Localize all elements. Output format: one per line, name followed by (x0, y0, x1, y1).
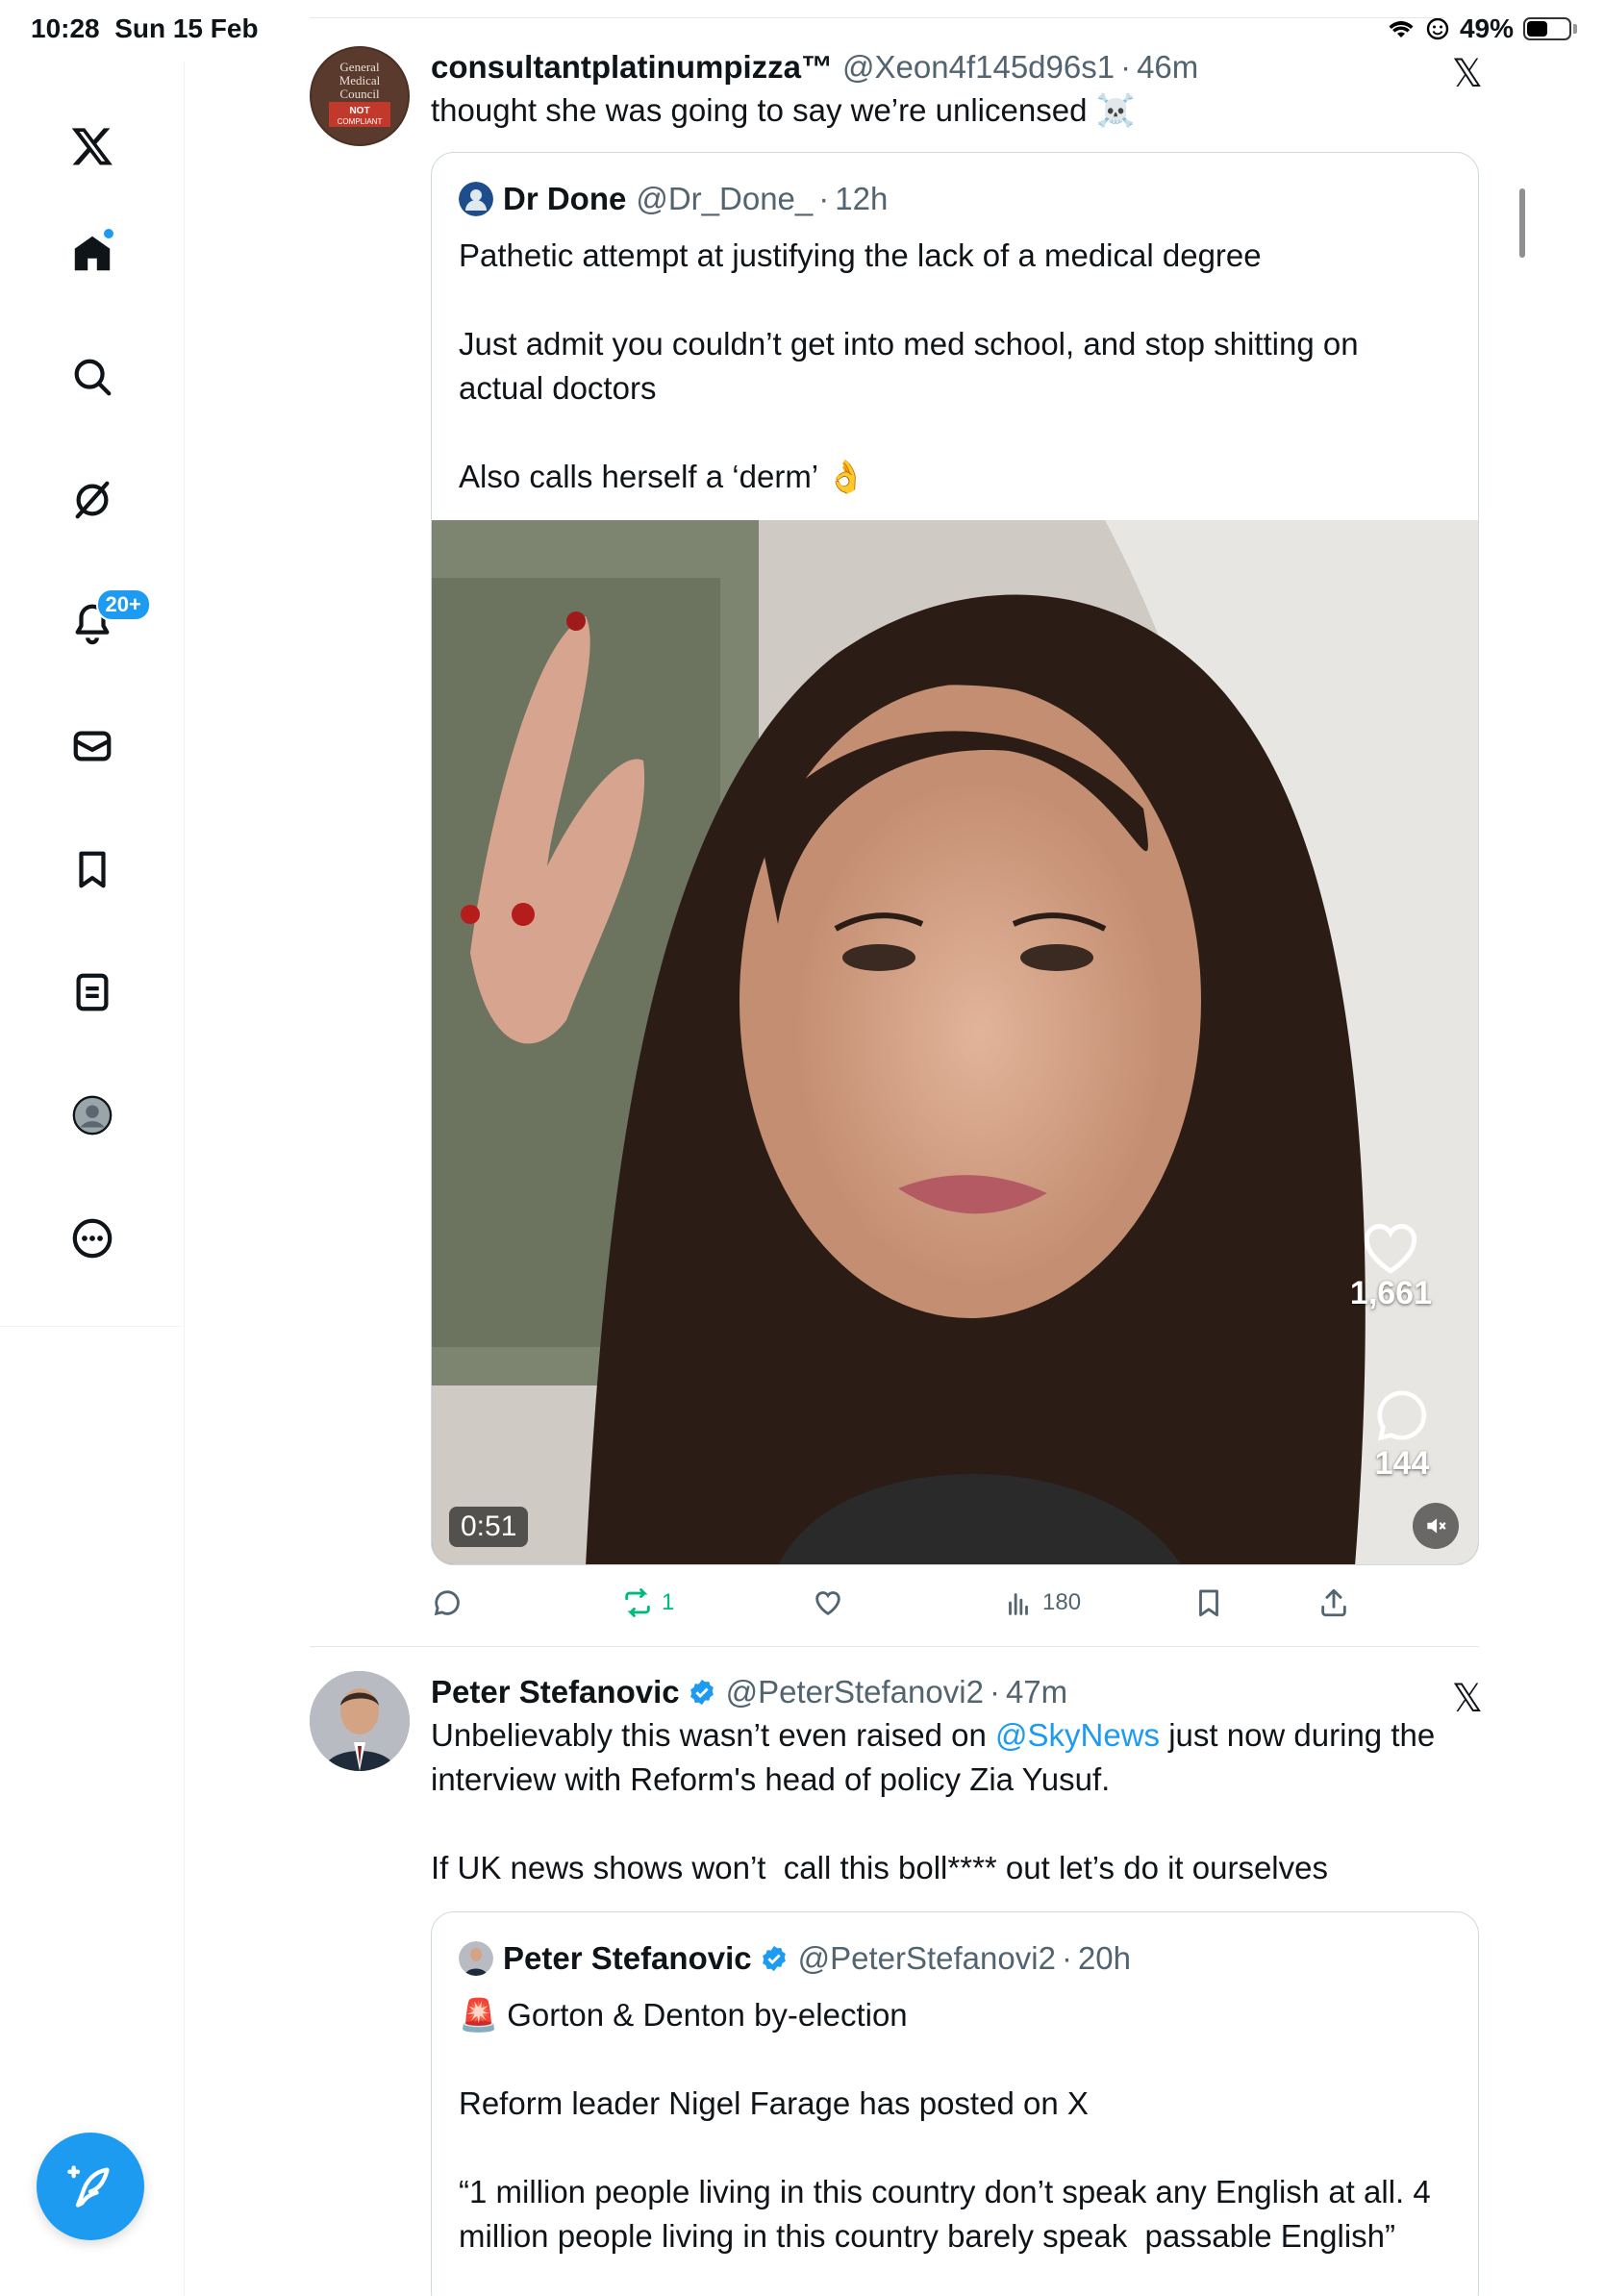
more-icon (72, 1218, 112, 1259)
video-player[interactable]: 1,661 144 0:51 (432, 520, 1478, 1564)
sidebar-item-grok[interactable] (54, 462, 131, 538)
repost-icon (625, 1588, 650, 1617)
heart-icon (815, 1591, 840, 1616)
scrollbar[interactable] (1519, 188, 1525, 258)
sidebar-item-messages[interactable] (54, 708, 131, 785)
author-handle[interactable]: @Xeon4f145d96s1 (842, 46, 1115, 88)
quoted-post[interactable]: Dr Done @Dr_Done_ · 12h Pathetic attempt… (431, 152, 1479, 1565)
author-name[interactable]: Peter Stefanovic (431, 1671, 680, 1713)
quote-time: 20h (1077, 1940, 1131, 1976)
reply-button[interactable] (431, 1586, 464, 1619)
avatar[interactable] (310, 1671, 410, 1771)
quote-author-handle[interactable]: @Dr_Done_ (636, 178, 813, 220)
post-text: thought she was going to say we’re unlic… (431, 92, 1136, 128)
bookmark-icon (78, 851, 106, 888)
video-overlay-likes: 1,661 (1350, 1217, 1432, 1312)
post-text: Unbelievably this wasn’t even raised on … (431, 1717, 1436, 1885)
svg-text:Council: Council (339, 87, 380, 101)
verified-badge-icon (762, 1945, 786, 1972)
clock: 10:28 (31, 13, 100, 43)
quote-avatar (459, 1941, 493, 1976)
x-logo-icon: 𝕏 (1451, 1677, 1483, 1721)
video-like-count: 1,661 (1349, 1275, 1432, 1311)
quote-header: Dr Done @Dr_Done_ · 12h (459, 178, 1451, 220)
svg-text:NOT: NOT (349, 106, 369, 116)
quoted-post[interactable]: Peter Stefanovic @PeterStefanovi2 · 20h … (431, 1911, 1479, 2296)
x-logo-icon[interactable] (54, 108, 131, 185)
share-button[interactable] (1317, 1586, 1350, 1619)
quote-text: Pathetic attempt at justifying the lack … (459, 237, 1359, 494)
profile-icon (72, 1095, 112, 1136)
reply-icon (434, 1590, 460, 1616)
quote-time: 12h (835, 181, 889, 216)
sidebar-item-profile[interactable] (54, 1077, 131, 1154)
post-time[interactable]: 47m (1006, 1671, 1067, 1713)
svg-text:COMPLIANT: COMPLIANT (338, 117, 383, 126)
post-header: consultantplatinumpizza™ @Xeon4f145d96s1… (431, 46, 1479, 88)
mail-icon (73, 731, 111, 761)
x-logo-icon: 𝕏 (1451, 52, 1483, 96)
avatar[interactable]: General Medical Council NOT COMPLIANT (310, 46, 410, 146)
quote-avatar (459, 182, 493, 216)
quote-header: Peter Stefanovic @PeterStefanovi2 · 20h (459, 1937, 1451, 1980)
notifications-badge: 20+ (95, 588, 151, 621)
compose-icon (67, 2165, 110, 2208)
compose-button[interactable] (37, 2133, 144, 2240)
post[interactable]: Peter Stefanovic @PeterStefanovi2 · 47m … (310, 1671, 1483, 2296)
post-actions: 1 180 (431, 1579, 1392, 1627)
search-icon (74, 359, 111, 396)
sidebar-item-home[interactable] (54, 215, 131, 292)
mute-button[interactable] (1413, 1503, 1459, 1549)
svg-text:General: General (339, 60, 380, 74)
sidebar: 20+ (0, 62, 185, 2296)
post[interactable]: General Medical Council NOT COMPLIANT co… (310, 46, 1483, 1647)
quote-author-name[interactable]: Peter Stefanovic (503, 1937, 752, 1980)
quote-author-handle[interactable]: @PeterStefanovi2 (798, 1937, 1056, 1980)
sidebar-item-search[interactable] (54, 338, 131, 415)
bookmark-icon (1199, 1589, 1218, 1617)
like-button[interactable] (812, 1586, 844, 1619)
video-duration: 0:51 (449, 1507, 529, 1547)
verified-badge-icon (689, 1679, 714, 1706)
post-header: Peter Stefanovic @PeterStefanovi2 · 47m (431, 1671, 1479, 1713)
repost-count: 1 (662, 1589, 675, 1615)
post-time[interactable]: 46m (1137, 46, 1198, 88)
grok-icon (75, 481, 109, 519)
sidebar-item-notifications[interactable]: 20+ (54, 585, 151, 661)
sidebar-item-bookmarks[interactable] (54, 831, 131, 908)
author-handle[interactable]: @PeterStefanovi2 (726, 1671, 984, 1713)
svg-text:Medical: Medical (339, 73, 381, 87)
views-button[interactable]: 180 (1002, 1586, 1081, 1619)
repost-button[interactable]: 1 (621, 1586, 674, 1619)
comment-bubble-icon (1377, 1390, 1427, 1441)
mention-link[interactable]: @SkyNews (995, 1717, 1160, 1753)
quote-text: 🚨 Gorton & Denton by-election Reform lea… (459, 1997, 1431, 2254)
sidebar-item-more[interactable] (54, 1200, 131, 1277)
bookmark-button[interactable] (1192, 1586, 1225, 1619)
share-icon (1321, 1588, 1346, 1617)
quote-author-name[interactable]: Dr Done (503, 178, 626, 220)
view-count: 180 (1042, 1589, 1082, 1615)
mute-icon (1427, 1518, 1446, 1534)
video-comment-count: 144 (1374, 1445, 1430, 1482)
sidebar-divider (0, 1326, 185, 1327)
analytics-icon (1009, 1593, 1028, 1615)
timeline: General Medical Council NOT COMPLIANT co… (185, 0, 1531, 2296)
sidebar-item-lists[interactable] (54, 954, 131, 1031)
home-notification-dot (101, 227, 115, 240)
list-icon (76, 973, 108, 1011)
heart-icon (1365, 1224, 1417, 1274)
author-name[interactable]: consultantplatinumpizza™ (431, 46, 833, 88)
video-overlay-comments: 144 (1372, 1385, 1432, 1483)
video-thumbnail (432, 520, 1478, 1564)
